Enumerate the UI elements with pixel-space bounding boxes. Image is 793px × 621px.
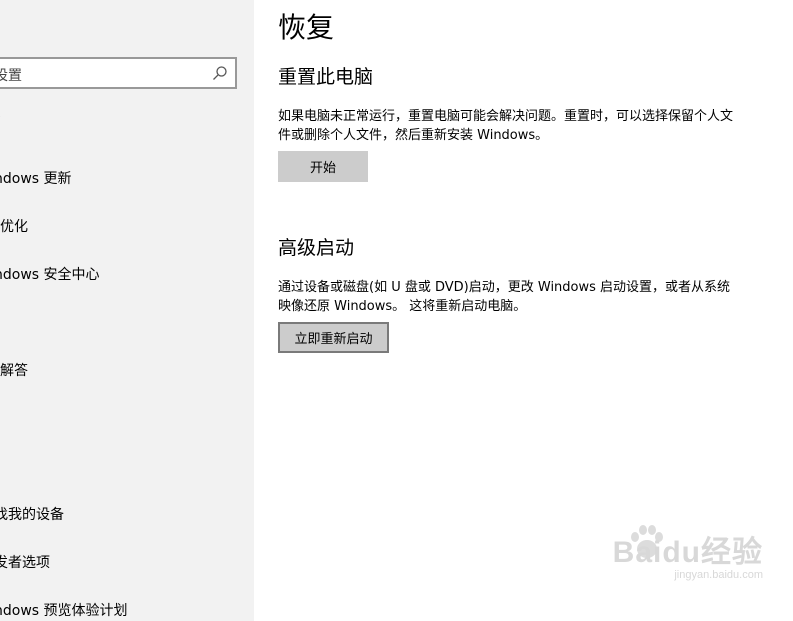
restart-now-button[interactable]: 立即重新启动	[278, 322, 389, 353]
sidebar-item-windows-update[interactable]: ndows 更新	[0, 169, 254, 217]
sidebar-item-backup[interactable]: 分	[0, 313, 254, 361]
sidebar-item-troubleshoot[interactable]: 难解答	[0, 361, 254, 409]
sidebar-item-label: ndows 更新	[0, 171, 72, 187]
sidebar-item-insider-program[interactable]: ndows 预览体验计划	[0, 601, 254, 621]
sidebar-item-label: 难解答	[0, 363, 28, 379]
sidebar-item-label: 发者选项	[0, 555, 50, 571]
advanced-startup-description: 通过设备或磁盘(如 U 盘或 DVD)启动，更改 Windows 启动设置，或者…	[278, 280, 731, 314]
sidebar-item-label: 找我的设备	[0, 507, 64, 523]
search-icon	[213, 66, 227, 80]
sidebar-item-label: ndows 安全中心	[0, 267, 100, 283]
sidebar-item-delivery-optimization[interactable]: 递优化	[0, 217, 254, 265]
page-title: 恢复	[278, 11, 335, 44]
advanced-startup-heading: 高级启动	[278, 237, 355, 259]
reset-pc-description: 如果电脑未正常运行，重置电脑可能会解决问题。重置时，可以选择保留个人文件或删除个…	[278, 109, 734, 143]
sidebar-item-label: ndows 预览体验计划	[0, 603, 128, 619]
sidebar-item-find-my-device[interactable]: 找我的设备	[0, 505, 254, 553]
sidebar-item-recovery[interactable]: 复	[0, 409, 254, 457]
settings-window: 页 设置 安全 ndows 更新 递优化 ndows 安全中心 分 难解答 复	[0, 0, 793, 621]
search-input[interactable]: 设置	[0, 65, 22, 85]
baidu-watermark: Baidu经验 jingyan.baidu.com	[613, 527, 763, 581]
search-box[interactable]: 设置	[0, 57, 237, 89]
watermark-brand: Baidu经验	[612, 536, 763, 569]
reset-start-button[interactable]: 开始	[278, 151, 368, 182]
sidebar: 页 设置 安全 ndows 更新 递优化 ndows 安全中心 分 难解答 复	[0, 0, 254, 621]
sidebar-item-developer-options[interactable]: 发者选项	[0, 553, 254, 601]
sidebar-item-activation[interactable]: 活	[0, 457, 254, 505]
sidebar-item-label: 递优化	[0, 219, 28, 235]
sidebar-item-windows-security[interactable]: ndows 安全中心	[0, 265, 254, 313]
reset-pc-heading: 重置此电脑	[278, 66, 374, 88]
